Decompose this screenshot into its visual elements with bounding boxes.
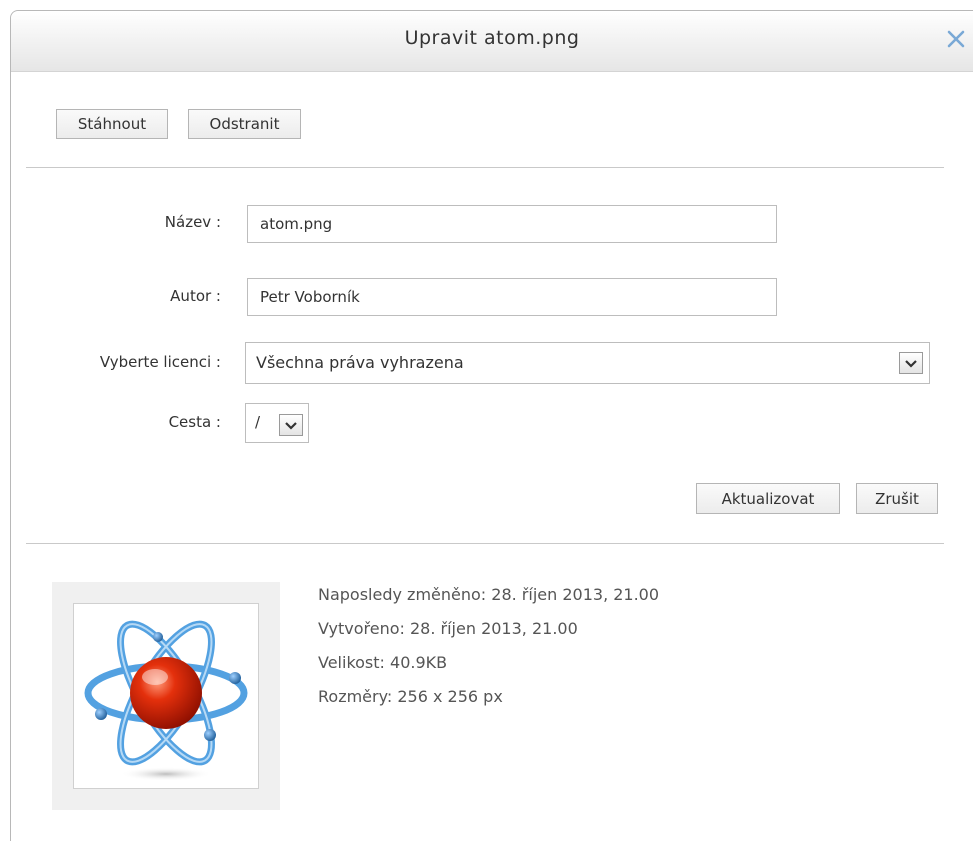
license-select-value: Všechna práva vyhrazena	[256, 353, 464, 372]
path-select-value: /	[255, 413, 261, 431]
path-label: Cesta :	[168, 413, 221, 431]
name-label: Název :	[164, 213, 221, 231]
name-input[interactable]	[247, 205, 777, 243]
image-preview	[73, 603, 259, 789]
author-label: Autor :	[170, 287, 221, 305]
author-input[interactable]	[247, 278, 777, 316]
dialog-titlebar: Upravit atom.png	[11, 11, 973, 72]
download-button[interactable]: Stáhnout	[56, 109, 168, 139]
image-preview-frame	[52, 582, 280, 810]
delete-button[interactable]: Odstranit	[188, 109, 301, 139]
chevron-down-icon	[899, 352, 923, 374]
atom-image	[84, 620, 248, 781]
license-label: Vyberte licenci :	[99, 353, 221, 371]
path-select[interactable]: /	[245, 403, 309, 443]
dialog-title: Upravit atom.png	[404, 27, 580, 49]
update-button[interactable]: Aktualizovat	[696, 483, 840, 514]
divider-top	[26, 167, 944, 168]
modified-info: Naposledy změněno: 28. říjen 2013, 21.00	[318, 585, 660, 604]
created-info: Vytvořeno: 28. říjen 2013, 21.00	[318, 619, 578, 638]
divider-bottom	[26, 543, 944, 544]
dimensions-info: Rozměry: 256 x 256 px	[318, 687, 503, 706]
cancel-button[interactable]: Zrušit	[856, 483, 938, 514]
license-select[interactable]: Všechna práva vyhrazena	[245, 342, 930, 384]
close-icon[interactable]	[943, 25, 971, 53]
edit-file-dialog: Upravit atom.png Stáhnout Odstranit Náze…	[10, 10, 973, 841]
size-info: Velikost: 40.9KB	[318, 653, 448, 672]
chevron-down-icon	[279, 414, 303, 436]
